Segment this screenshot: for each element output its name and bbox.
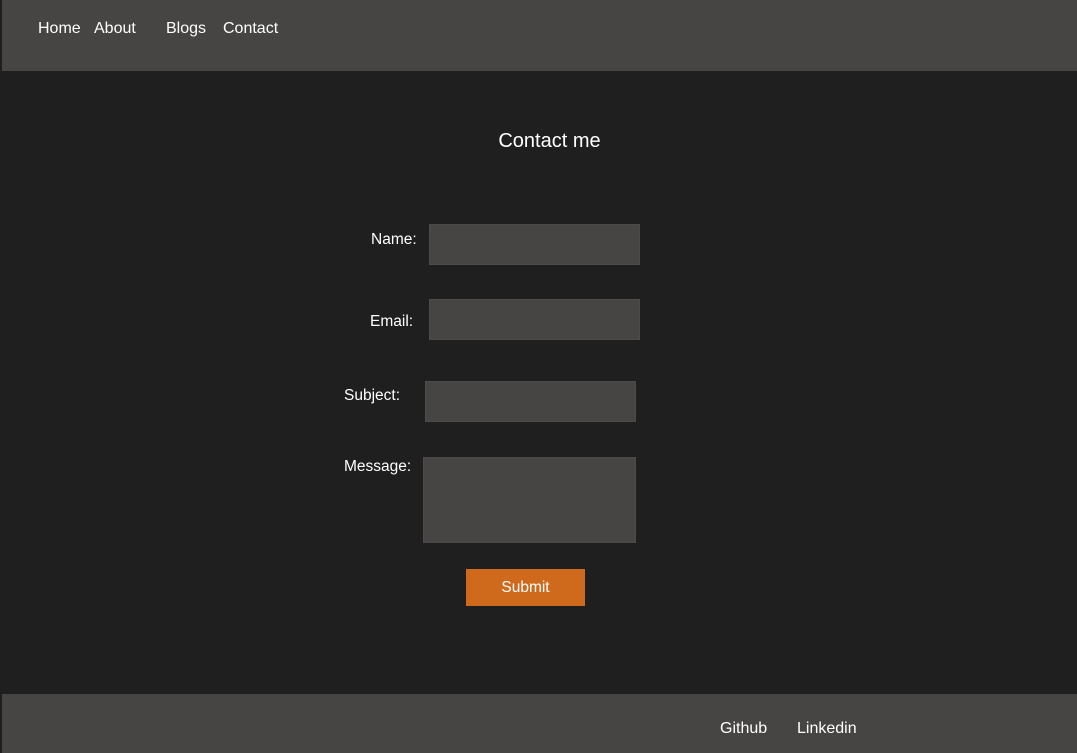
page-title: Contact me	[498, 130, 601, 152]
message-field[interactable]	[423, 457, 636, 543]
navbar	[2, 0, 1077, 71]
subject-field[interactable]	[425, 381, 636, 422]
message-label: Message:	[344, 458, 412, 475]
footer-link-linkedin[interactable]: Linkedin	[797, 720, 857, 738]
submit-button[interactable]: Submit	[466, 569, 585, 606]
nav-link-contact[interactable]: Contact	[223, 20, 278, 38]
nav-link-blogs[interactable]: Blogs	[166, 20, 206, 38]
email-field[interactable]	[429, 299, 640, 340]
footer-link-github[interactable]: Github	[720, 720, 767, 738]
subject-label: Subject:	[344, 387, 401, 404]
name-field[interactable]	[429, 224, 640, 265]
nav-link-about[interactable]: About	[94, 20, 136, 38]
nav-link-home[interactable]: Home	[38, 20, 81, 38]
email-label: Email:	[370, 313, 414, 330]
name-label: Name:	[371, 231, 417, 248]
footer	[2, 694, 1077, 753]
